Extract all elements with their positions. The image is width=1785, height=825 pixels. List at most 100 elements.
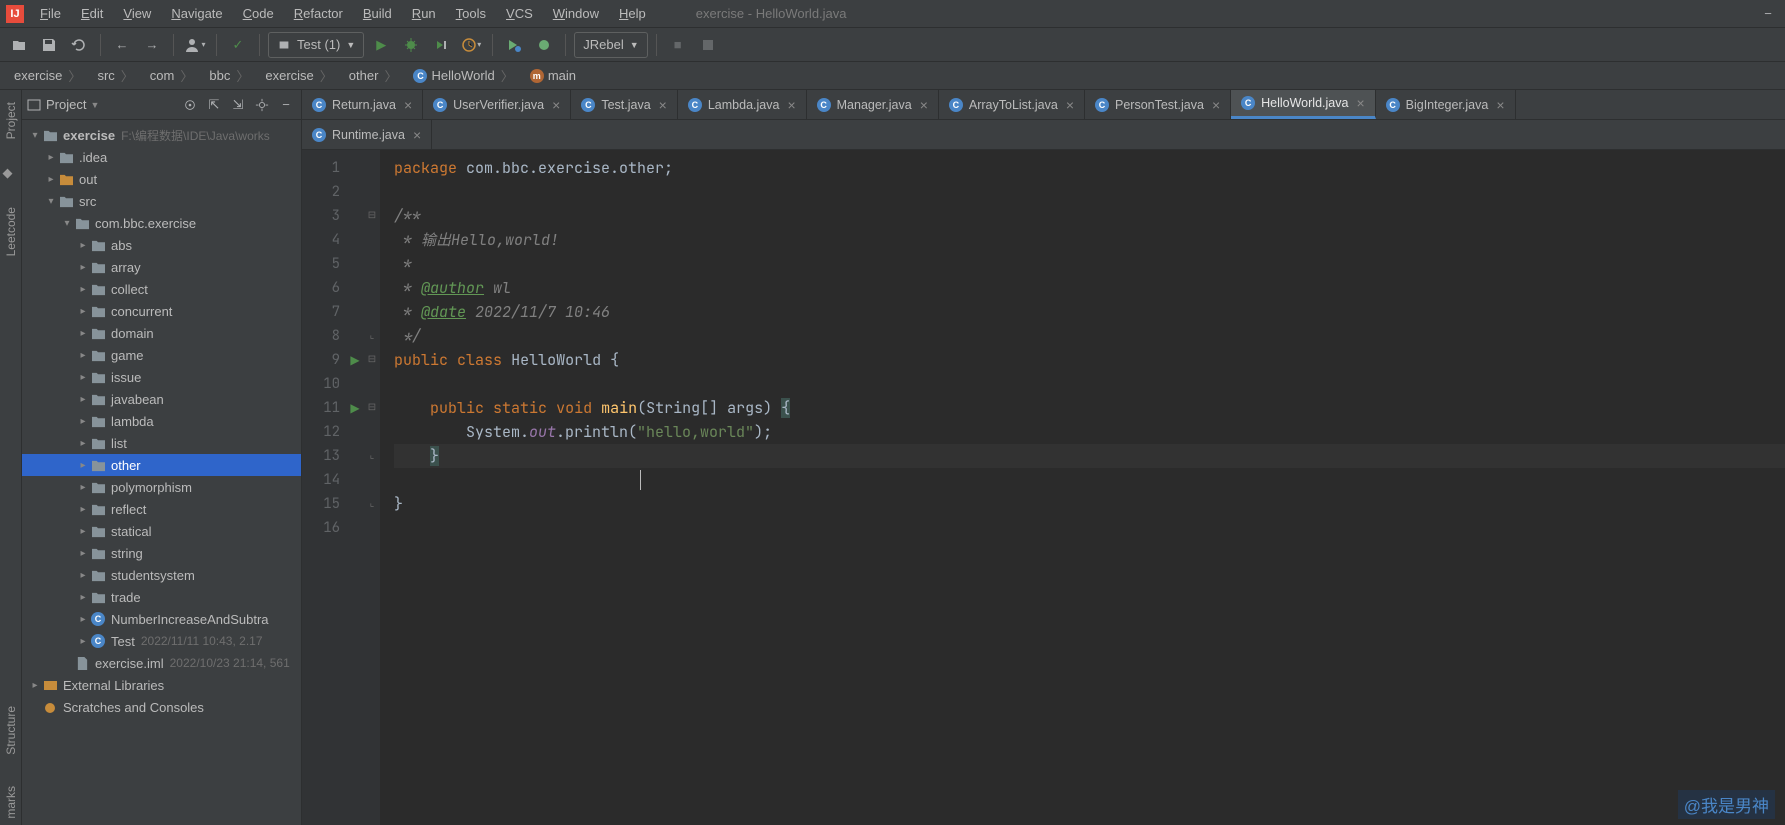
leetcode-icon[interactable]: ◆: [3, 165, 19, 181]
tree-pkg-array[interactable]: ▸array: [22, 256, 301, 278]
menu-view[interactable]: View: [113, 2, 161, 25]
close-tab-icon[interactable]: ×: [1212, 97, 1220, 113]
fold-gutter[interactable]: ⊟⌞⊟⊟⌞⌞: [364, 150, 380, 825]
run-config-label: Test (1): [297, 37, 340, 52]
crumb-exercise[interactable]: exercise〉: [259, 64, 340, 87]
jrebel-debug-icon[interactable]: [531, 32, 557, 58]
avatar-icon[interactable]: ▾: [182, 32, 208, 58]
tree-pkg-concurrent[interactable]: ▸concurrent: [22, 300, 301, 322]
crumb-main[interactable]: mmain: [524, 66, 582, 85]
tree-scratches[interactable]: Scratches and Consoles: [22, 696, 301, 718]
tree-pkg-reflect[interactable]: ▸reflect: [22, 498, 301, 520]
close-tab-icon[interactable]: ×: [1496, 97, 1504, 113]
run-icon[interactable]: ▶: [368, 32, 394, 58]
crumb-helloworld[interactable]: CHelloWorld〉: [407, 64, 521, 87]
bookmarks-tab[interactable]: marks: [2, 780, 20, 825]
tab-Runtime-java[interactable]: CRuntime.java×: [302, 120, 432, 149]
settings-icon[interactable]: [251, 94, 273, 116]
close-tab-icon[interactable]: ×: [920, 97, 928, 113]
tree-pkg-polymorphism[interactable]: ▸polymorphism: [22, 476, 301, 498]
project-tree[interactable]: ▾exerciseF:\编程数据\IDE\Java\works▸.idea▸ou…: [22, 120, 301, 825]
tree-root[interactable]: ▾exerciseF:\编程数据\IDE\Java\works: [22, 124, 301, 146]
tab-Lambda-java[interactable]: CLambda.java×: [678, 90, 807, 119]
java-file-icon: C: [433, 98, 447, 112]
tree-pkg-studentsystem[interactable]: ▸studentsystem: [22, 564, 301, 586]
structure-tab[interactable]: Structure: [2, 700, 20, 761]
hide-panel-icon[interactable]: −: [275, 94, 297, 116]
jrebel-dropdown[interactable]: JRebel ▼: [574, 32, 647, 58]
menu-navigate[interactable]: Navigate: [161, 2, 232, 25]
back-icon[interactable]: ←: [109, 32, 135, 58]
check-icon[interactable]: ✓: [225, 32, 251, 58]
project-tab[interactable]: Project: [2, 96, 20, 145]
tree-pkg-lambda[interactable]: ▸lambda: [22, 410, 301, 432]
tree-out[interactable]: ▸out: [22, 168, 301, 190]
profiler-icon[interactable]: ▾: [458, 32, 484, 58]
tab-UserVerifier-java[interactable]: CUserVerifier.java×: [423, 90, 571, 119]
tab-Manager-java[interactable]: CManager.java×: [807, 90, 939, 119]
tree-pkg-list[interactable]: ▸list: [22, 432, 301, 454]
tree-pkg-statical[interactable]: ▸statical: [22, 520, 301, 542]
tree-src[interactable]: ▾src: [22, 190, 301, 212]
tree-pkg-abs[interactable]: ▸abs: [22, 234, 301, 256]
tab-Test-java[interactable]: CTest.java×: [571, 90, 678, 119]
close-tab-icon[interactable]: ×: [659, 97, 667, 113]
tree-pkg-issue[interactable]: ▸issue: [22, 366, 301, 388]
open-icon[interactable]: [6, 32, 32, 58]
debug-icon[interactable]: [398, 32, 424, 58]
close-tab-icon[interactable]: ×: [1066, 97, 1074, 113]
menu-file[interactable]: File: [30, 2, 71, 25]
refresh-icon[interactable]: [66, 32, 92, 58]
menu-run[interactable]: Run: [402, 2, 446, 25]
tree-pkg-root[interactable]: ▾com.bbc.exercise: [22, 212, 301, 234]
tree-pkg-other[interactable]: ▸other: [22, 454, 301, 476]
close-tab-icon[interactable]: ×: [787, 97, 795, 113]
crumb-exercise[interactable]: exercise〉: [8, 64, 89, 87]
menu-edit[interactable]: Edit: [71, 2, 113, 25]
leetcode-tab[interactable]: Leetcode: [2, 201, 20, 262]
tab-HelloWorld-java[interactable]: CHelloWorld.java×: [1231, 90, 1376, 119]
tree-class-NumberIncreaseAndSubtra[interactable]: ▸CNumberIncreaseAndSubtra: [22, 608, 301, 630]
tree-external[interactable]: ▸External Libraries: [22, 674, 301, 696]
locate-icon[interactable]: [179, 94, 201, 116]
minimize-icon[interactable]: −: [1755, 1, 1781, 27]
close-tab-icon[interactable]: ×: [404, 97, 412, 113]
menu-window[interactable]: Window: [543, 2, 609, 25]
save-icon[interactable]: [36, 32, 62, 58]
run-gutter[interactable]: ▶▶: [346, 150, 364, 825]
tree-class-Test[interactable]: ▸CTest2022/11/11 10:43, 2.17: [22, 630, 301, 652]
tab-BigInteger-java[interactable]: CBigInteger.java×: [1376, 90, 1516, 119]
close-tab-icon[interactable]: ×: [413, 127, 421, 143]
run-config-selector[interactable]: Test (1) ▼: [268, 32, 364, 58]
jrebel-run-icon[interactable]: [501, 32, 527, 58]
crumb-bbc[interactable]: bbc〉: [203, 64, 257, 87]
menu-refactor[interactable]: Refactor: [284, 2, 353, 25]
crumb-other[interactable]: other〉: [343, 64, 406, 87]
code-editor[interactable]: package com.bbc.exercise.other;/** * 输出H…: [380, 150, 1785, 825]
tree-pkg-domain[interactable]: ▸domain: [22, 322, 301, 344]
expand-all-icon[interactable]: ⇱: [203, 94, 225, 116]
close-tab-icon[interactable]: ×: [552, 97, 560, 113]
tree-pkg-trade[interactable]: ▸trade: [22, 586, 301, 608]
menu-help[interactable]: Help: [609, 2, 656, 25]
tree-file-exercise.iml[interactable]: exercise.iml2022/10/23 21:14, 561: [22, 652, 301, 674]
tree-pkg-game[interactable]: ▸game: [22, 344, 301, 366]
collapse-all-icon[interactable]: ⇲: [227, 94, 249, 116]
tree-.idea[interactable]: ▸.idea: [22, 146, 301, 168]
tab-ArrayToList-java[interactable]: CArrayToList.java×: [939, 90, 1085, 119]
menu-build[interactable]: Build: [353, 2, 402, 25]
tab-Return-java[interactable]: CReturn.java×: [302, 90, 423, 119]
tree-pkg-collect[interactable]: ▸collect: [22, 278, 301, 300]
menu-code[interactable]: Code: [233, 2, 284, 25]
menu-tools[interactable]: Tools: [446, 2, 496, 25]
crumb-com[interactable]: com〉: [144, 64, 202, 87]
forward-icon[interactable]: →: [139, 32, 165, 58]
close-tab-icon[interactable]: ×: [1356, 95, 1364, 111]
tree-pkg-javabean[interactable]: ▸javabean: [22, 388, 301, 410]
tab-PersonTest-java[interactable]: CPersonTest.java×: [1085, 90, 1231, 119]
java-file-icon: C: [1241, 96, 1255, 110]
coverage-icon[interactable]: [428, 32, 454, 58]
crumb-src[interactable]: src〉: [91, 64, 141, 87]
tree-pkg-string[interactable]: ▸string: [22, 542, 301, 564]
menu-vcs[interactable]: VCS: [496, 2, 543, 25]
